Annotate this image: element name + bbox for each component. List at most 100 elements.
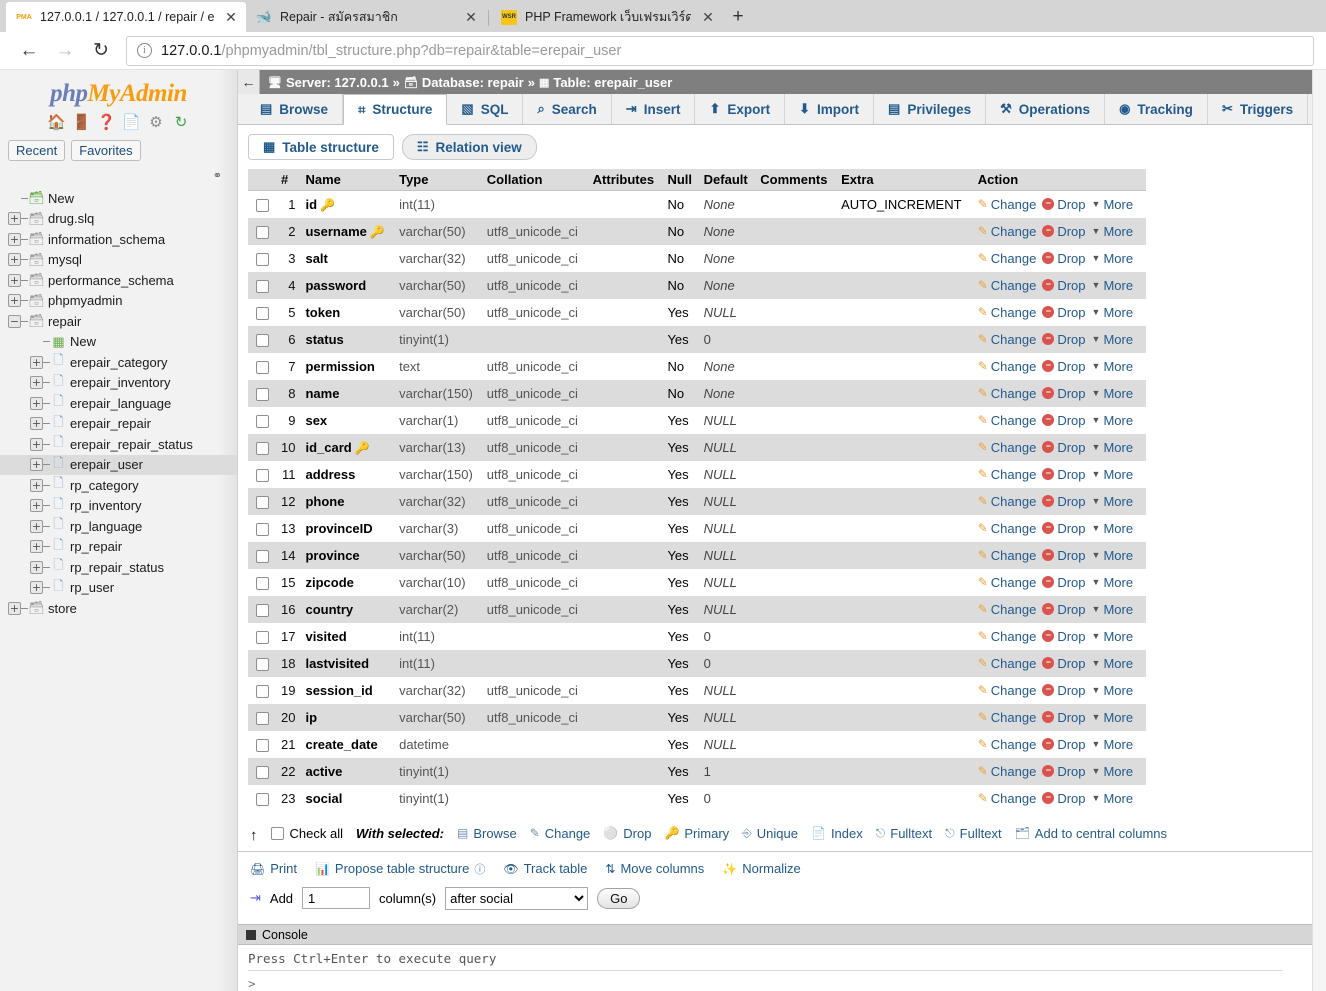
table-row[interactable]: 7 permission text utf8_unicode_ci No None ✎ Cha… [248, 352, 1146, 380]
change-link[interactable]: ✎ Change [978, 359, 1037, 374]
row-checkbox-cell[interactable] [248, 407, 276, 434]
table-row[interactable]: 20 ip varchar(50) utf8_unicode_ci Yes NULL ✎ Ch… [248, 703, 1146, 731]
table-row[interactable]: 18 lastvisited int(11) Yes 0 ✎ Change − Drop ▼ Mor… [248, 649, 1146, 677]
table-row[interactable]: 8 name varchar(150) utf8_unicode_ci No None ✎ C… [248, 379, 1146, 407]
col-header-type[interactable]: Type [394, 169, 482, 191]
drop-link[interactable]: − Drop [1042, 710, 1086, 725]
tree-item-store[interactable]: + 🗃 store [0, 598, 237, 619]
change-link[interactable]: ✎ Change [978, 413, 1037, 428]
more-link[interactable]: ▼ More [1092, 710, 1134, 725]
col-header-extra[interactable]: Extra [836, 169, 973, 191]
col-header-default[interactable]: Default [698, 169, 756, 191]
change-link[interactable]: ✎ Change [978, 521, 1037, 536]
table-row[interactable]: 2 username 🔑 varchar(50) utf8_unicode_ci No No… [248, 217, 1146, 245]
tree-toggle-icon[interactable]: + [8, 253, 21, 267]
table-row[interactable]: 11 address varchar(150) utf8_unicode_ci Yes N… [248, 460, 1146, 488]
change-link[interactable]: ✎ Change [978, 440, 1037, 455]
main-vertical-scrollbar[interactable] [1312, 70, 1326, 991]
drop-link[interactable]: − Drop [1042, 386, 1086, 401]
console-body[interactable]: Press Ctrl+Enter to execute query > [238, 945, 1326, 991]
row-checkbox[interactable] [255, 306, 269, 320]
more-link[interactable]: ▼ More [1092, 737, 1134, 752]
row-checkbox-cell[interactable] [248, 677, 276, 704]
table-row[interactable]: 1 id 🔑 int(11) No None AUTO_INCREMENT ✎ Change − D… [248, 190, 1146, 218]
breadcrumb-database[interactable]: Database: repair [422, 75, 524, 90]
more-link[interactable]: ▼ More [1092, 494, 1134, 509]
table-row[interactable]: 21 create_date datetime Yes NULL ✎ Change − Drop… [248, 730, 1146, 758]
table-row[interactable]: 13 provinceID varchar(3) utf8_unicode_ci Yes… [248, 514, 1146, 542]
table-row[interactable]: 22 active tinyint(1) Yes 1 ✎ Change − Drop ▼ More [248, 757, 1146, 785]
row-checkbox[interactable] [255, 657, 269, 671]
tree-toggle-icon[interactable]: + [8, 601, 21, 615]
phpmyadmin-logo[interactable]: phpMyAdmin [0, 70, 237, 112]
row-checkbox-cell[interactable] [248, 542, 276, 569]
tree-toggle-icon[interactable]: + [30, 560, 43, 574]
tool-print[interactable]: 🖨 Print [250, 861, 297, 876]
more-link[interactable]: ▼ More [1092, 791, 1134, 806]
change-link[interactable]: ✎ Change [978, 278, 1037, 293]
row-checkbox-cell[interactable] [248, 515, 276, 542]
row-checkbox[interactable] [255, 576, 269, 590]
column-name[interactable]: salt [300, 245, 394, 272]
tree-item-erepair-user[interactable]: + 🗋 erepair_user [0, 454, 237, 475]
tree-item-rp-repair-status[interactable]: + 🗋 rp_repair_status [0, 557, 237, 578]
tab-browse[interactable]: ▤ Browse [246, 94, 344, 124]
row-checkbox[interactable] [255, 441, 269, 455]
table-row[interactable]: 15 zipcode varchar(10) utf8_unicode_ci Yes NU… [248, 568, 1146, 596]
reload-icon[interactable]: ↻ [172, 114, 190, 132]
change-link[interactable]: ✎ Change [978, 737, 1037, 752]
drop-link[interactable]: − Drop [1042, 440, 1086, 455]
row-checkbox-cell[interactable] [248, 650, 276, 677]
back-icon[interactable]: ← [12, 36, 46, 66]
table-row[interactable]: 17 visited int(11) Yes 0 ✎ Change − Drop ▼ More [248, 622, 1146, 650]
tree-toggle-icon[interactable]: + [8, 294, 21, 308]
row-checkbox[interactable] [255, 765, 269, 779]
change-link[interactable]: ✎ Change [978, 467, 1037, 482]
table-row[interactable]: 19 session_id varchar(32) utf8_unicode_ci Ye… [248, 676, 1146, 704]
drop-link[interactable]: − Drop [1042, 656, 1086, 671]
row-checkbox[interactable] [255, 468, 269, 482]
more-link[interactable]: ▼ More [1092, 467, 1134, 482]
row-checkbox[interactable] [255, 360, 269, 374]
tool-track-table[interactable]: 👁 Track table [503, 861, 587, 876]
tree-item-new[interactable]: 🗃 New [0, 188, 237, 209]
tree-toggle-icon[interactable]: + [8, 212, 21, 226]
col-header-null[interactable]: Null [662, 169, 699, 191]
table-row[interactable]: 10 id_card 🔑 varchar(13) utf8_unicode_ci Yes N… [248, 433, 1146, 461]
tree-item-erepair-category[interactable]: + 🗋 erepair_category [0, 352, 237, 373]
help-icon[interactable]: ⓘ [474, 861, 485, 877]
column-name[interactable]: visited [300, 623, 394, 650]
col-header-name[interactable]: Name [300, 169, 395, 191]
more-link[interactable]: ▼ More [1092, 386, 1134, 401]
col-header-comments[interactable]: Comments [755, 169, 837, 191]
more-link[interactable]: ▼ More [1092, 683, 1134, 698]
column-name[interactable]: country [300, 596, 394, 623]
tab-tracking[interactable]: ◉ Tracking [1105, 94, 1208, 124]
docs-icon[interactable]: 📄 [122, 114, 141, 132]
tree-item-new[interactable]: ▦ New [0, 332, 237, 353]
row-checkbox-cell[interactable] [248, 461, 276, 488]
column-name[interactable]: social [300, 785, 394, 812]
close-icon[interactable]: ✕ [699, 8, 717, 26]
change-link[interactable]: ✎ Change [978, 548, 1037, 563]
more-link[interactable]: ▼ More [1092, 359, 1134, 374]
tree-item-rp-repair[interactable]: + 🗋 rp_repair [0, 537, 237, 558]
more-link[interactable]: ▼ More [1092, 548, 1134, 563]
more-link[interactable]: ▼ More [1092, 251, 1134, 266]
more-link[interactable]: ▼ More [1092, 305, 1134, 320]
with-selected-change[interactable]: ✎ Change [530, 826, 591, 841]
row-checkbox[interactable] [255, 333, 269, 347]
browser-tab-1[interactable]: 🐋 Repair - สมัครสมาชิก ✕ [246, 2, 486, 32]
row-checkbox-cell[interactable] [248, 434, 276, 461]
row-checkbox[interactable] [255, 495, 269, 509]
tab-privileges[interactable]: ▤ Privileges [874, 94, 987, 124]
check-all-control[interactable]: Check all [270, 826, 343, 841]
with-selected-drop[interactable]: ⚪ Drop [603, 826, 651, 841]
row-checkbox-cell[interactable] [248, 731, 276, 758]
drop-link[interactable]: − Drop [1042, 278, 1086, 293]
tab-sql[interactable]: ▧ SQL [447, 94, 524, 124]
with-selected-primary[interactable]: 🔑 Primary [664, 826, 729, 841]
tree-item-repair[interactable]: − 🗃 repair [0, 311, 237, 332]
change-link[interactable]: ✎ Change [978, 629, 1037, 644]
row-checkbox[interactable] [255, 792, 269, 806]
